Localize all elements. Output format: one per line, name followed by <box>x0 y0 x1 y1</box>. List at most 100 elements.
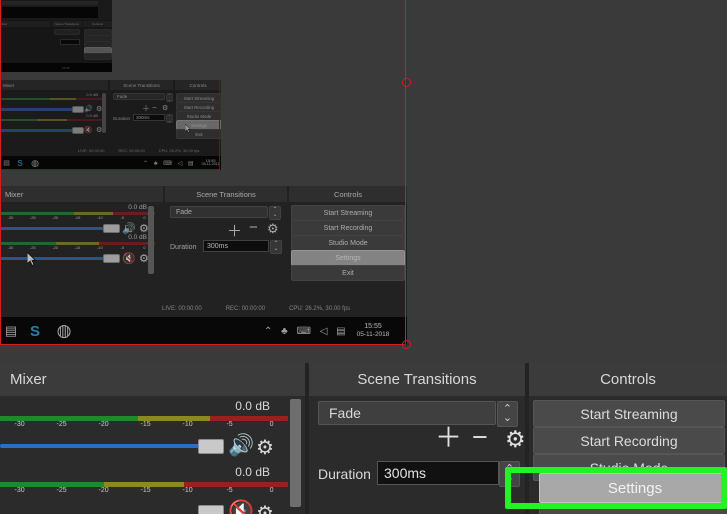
obs-window-recursive-level-4: Mixer Scene Transitions Controls 15:55 <box>0 0 112 72</box>
mid-start-streaming-button[interactable]: Start Streaming <box>291 205 405 221</box>
small-clock[interactable]: 15:55 05-11-2018 <box>202 158 220 167</box>
tick-label: -30 <box>14 487 25 494</box>
tick-label: -15 <box>140 487 151 494</box>
small-add-transition-icon[interactable]: ＋ <box>142 103 150 114</box>
small-transitions-title: Scene Transitions <box>110 80 173 90</box>
tiny-transition-combo[interactable] <box>54 29 80 35</box>
mid-start-recording-button[interactable]: Start Recording <box>291 220 405 236</box>
crop-handle-right-middle[interactable] <box>402 78 411 87</box>
small-taskbar[interactable]: ▤ S ◍ ⌃ ♣ ⌨ ◁ ▤ 15:55 05-11-2018 <box>0 156 221 170</box>
tiny-transitions-panel: Scene Transitions <box>52 21 82 61</box>
small-tray-icons[interactable]: ⌃ ♣ ⌨ ◁ ▤ <box>143 160 196 167</box>
mid-skype-icon[interactable]: S <box>22 323 48 340</box>
duration-label: Duration <box>318 466 371 482</box>
remove-transition-icon[interactable]: − <box>472 424 488 451</box>
mid-status-rec: REC: 00:00:00 <box>225 306 266 312</box>
crop-handle-bottom-right[interactable] <box>402 340 411 349</box>
mid-add-transition-icon[interactable]: ＋ <box>227 220 242 241</box>
tiny-duration-field[interactable] <box>60 39 80 45</box>
mid-remove-transition-icon[interactable]: − <box>249 219 258 236</box>
small-skype-icon[interactable]: S <box>13 159 27 168</box>
duration-input[interactable]: 300ms <box>377 461 499 485</box>
gear-icon-1[interactable]: ⚙ <box>256 435 274 460</box>
mixer-db-label-2: 0.0 dB <box>235 465 270 479</box>
mid-obs-icon[interactable]: ◍ <box>48 321 80 341</box>
mixer-panel-title: Mixer <box>0 363 305 396</box>
mid-speaker-muted-icon-2[interactable]: 🔇 <box>122 252 136 265</box>
small-remove-transition-icon[interactable]: − <box>152 103 157 112</box>
tick-label: -25 <box>56 421 67 428</box>
small-db-label-2: 0.0 dB <box>86 113 98 118</box>
volume-slider-track-1[interactable] <box>0 444 205 448</box>
transition-spinner[interactable]: ⌃ ⌄ <box>497 401 518 427</box>
small-status-live: LIVE: 00:00:00 <box>78 148 105 153</box>
mid-mouse-pointer-icon <box>26 251 41 272</box>
volume-slider-knob-1[interactable] <box>198 439 224 454</box>
mid-clock[interactable]: 15:55 05-11-2018 <box>357 323 390 339</box>
gear-icon-2[interactable]: ⚙ <box>256 501 274 514</box>
mid-duration-field[interactable]: 300ms <box>203 240 269 252</box>
small-duration-field[interactable]: 300ms <box>133 114 165 121</box>
mid-mixer-title: Mixer <box>0 186 163 202</box>
mid-duration-spinner[interactable]: ⌃ ⌄ <box>270 240 282 254</box>
volume-slider-knob-2[interactable] <box>198 505 224 514</box>
tick-label: -5 <box>226 421 233 428</box>
start-streaming-button[interactable]: Start Streaming <box>533 400 725 427</box>
tick-label: -20 <box>98 487 109 494</box>
mid-transition-spinner[interactable]: ⌃ ⌄ <box>269 206 281 220</box>
mid-speaker-icon-1[interactable]: 🔊 <box>122 222 136 235</box>
tick-label: -15 <box>140 421 151 428</box>
small-obs-icon[interactable]: ◍ <box>27 158 43 169</box>
tiny-mixer-title: Mixer <box>0 21 50 27</box>
small-speaker-muted-icon-2[interactable]: 🔇 <box>84 126 93 134</box>
mid-volume-row-1[interactable]: 🔊 ⚙ <box>0 222 155 235</box>
speaker-muted-icon-2[interactable]: 🔇 <box>228 500 254 514</box>
mid-taskbar[interactable]: ▤ S ◍ ⌃ ♣ ⌨ ◁ ▤ 15:55 05-11-2018 <box>0 317 407 345</box>
mid-settings-button[interactable]: Settings <box>291 250 405 266</box>
tick-label: -20 <box>98 421 109 428</box>
tick-label: 0 <box>269 421 274 428</box>
mid-status-live: LIVE: 00:00:00 <box>162 306 202 312</box>
tiny-transitions-title: Scene Transitions <box>52 21 82 27</box>
transition-combo[interactable]: Fade <box>318 401 496 425</box>
small-duration-label: Duration <box>113 116 131 121</box>
tiny-clock: 15:55 <box>62 65 70 70</box>
mid-mixer-body: 0.0 dB -30 -25 -20 -15 -10 -5 0 🔊 ⚙ 0.0 dB <box>0 204 155 265</box>
mid-tray-icons[interactable]: ⌃ ♣ ⌨ ◁ ▤ <box>264 326 349 337</box>
small-mixer-scrollbar[interactable] <box>102 93 106 138</box>
small-transition-combo[interactable]: Fade <box>113 93 165 100</box>
tick-label: -10 <box>182 487 193 494</box>
speaker-on-icon-1[interactable]: 🔊 <box>228 434 254 458</box>
small-speaker-icon-1[interactable]: 🔊 <box>84 105 93 113</box>
mixer-scrollbar[interactable] <box>290 399 301 514</box>
mid-transition-properties-gear-icon[interactable]: ⚙ <box>267 221 279 237</box>
mid-transition-combo[interactable]: Fade <box>170 206 268 218</box>
controls-title: Controls <box>529 363 727 396</box>
tick-label: -30 <box>14 421 25 428</box>
tiny-exit-button[interactable] <box>84 53 112 60</box>
start-recording-button[interactable]: Start Recording <box>533 427 725 454</box>
small-duration-spinner[interactable]: ⌃ ⌄ <box>166 114 173 123</box>
mixer-volume-row-1[interactable]: 🔊 ⚙ <box>0 433 288 459</box>
scene-transitions-panel: Scene Transitions Fade ⌃ ⌄ ＋ − ⚙ Duration… <box>309 363 526 514</box>
small-volume-row-1[interactable]: 🔊 ⚙ <box>0 105 104 113</box>
mixer-volume-row-2[interactable]: 🔇 ⚙ <box>0 499 288 514</box>
mid-transitions-panel: Scene Transitions Fade ⌃ ⌄ ＋ − ⚙ Duration… <box>165 186 287 303</box>
small-exit-button[interactable]: Exit <box>176 129 221 139</box>
small-transition-properties-gear-icon[interactable]: ⚙ <box>162 104 168 112</box>
tick-label: -5 <box>226 487 233 494</box>
small-file-explorer-icon[interactable]: ▤ <box>0 159 13 167</box>
add-transition-icon[interactable]: ＋ <box>435 425 462 452</box>
transition-properties-gear-icon[interactable]: ⚙ <box>505 428 526 451</box>
mid-exit-button[interactable]: Exit <box>291 265 405 281</box>
small-transition-spinner[interactable]: ⌃ ⌄ <box>166 93 173 102</box>
mid-duration-label: Duration <box>170 244 197 251</box>
tiny-taskbar[interactable]: 15:55 <box>0 63 112 72</box>
mid-studio-mode-button[interactable]: Studio Mode <box>291 235 405 251</box>
mixer-ticks-1: -30 -25 -20 -15 -10 -5 0 <box>0 421 280 433</box>
mid-volume-row-2[interactable]: 🔇 ⚙ <box>0 252 155 265</box>
small-volume-row-2[interactable]: 🔇 ⚙ <box>0 126 104 134</box>
mid-mixer-scrollbar[interactable] <box>148 206 154 281</box>
mixer-body: 0.0 dB -30 -25 -20 -15 -10 -5 0 🔊 ⚙ 0.0 … <box>0 397 288 514</box>
mid-file-explorer-icon[interactable]: ▤ <box>0 323 22 339</box>
